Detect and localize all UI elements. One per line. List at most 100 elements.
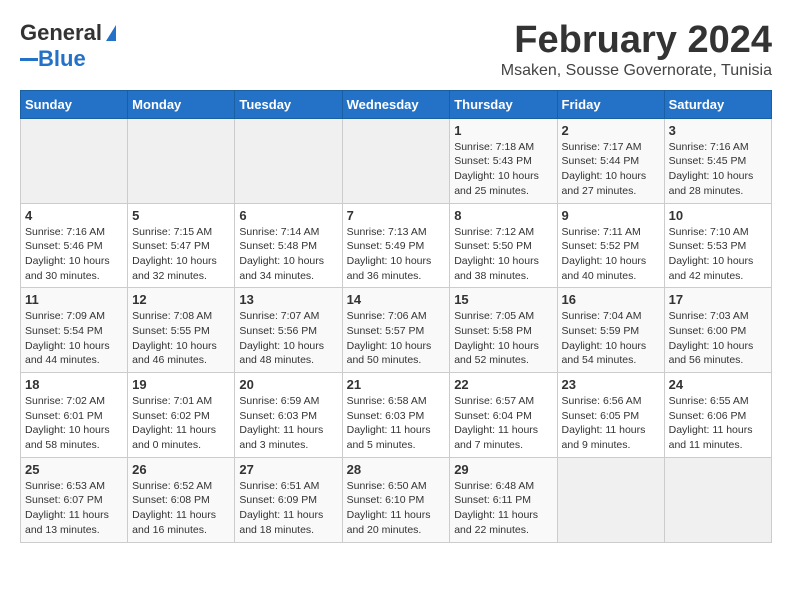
logo-line-icon bbox=[20, 58, 38, 61]
calendar-cell bbox=[664, 457, 771, 542]
header-day-sunday: Sunday bbox=[21, 90, 128, 118]
day-number: 29 bbox=[454, 462, 552, 477]
day-info: Sunrise: 6:57 AM Sunset: 6:04 PM Dayligh… bbox=[454, 394, 552, 453]
calendar-cell: 28 Sunrise: 6:50 AM Sunset: 6:10 PM Dayli… bbox=[342, 457, 450, 542]
page-title: February 2024 bbox=[501, 20, 772, 62]
calendar-cell bbox=[235, 118, 342, 203]
day-number: 23 bbox=[562, 377, 660, 392]
day-number: 11 bbox=[25, 292, 123, 307]
calendar-cell: 25 Sunrise: 6:53 AM Sunset: 6:07 PM Dayli… bbox=[21, 457, 128, 542]
calendar-cell: 13 Sunrise: 7:07 AM Sunset: 5:56 PM Dayli… bbox=[235, 288, 342, 373]
calendar-cell: 21 Sunrise: 6:58 AM Sunset: 6:03 PM Dayli… bbox=[342, 373, 450, 458]
header-day-wednesday: Wednesday bbox=[342, 90, 450, 118]
day-info: Sunrise: 6:55 AM Sunset: 6:06 PM Dayligh… bbox=[669, 394, 767, 453]
calendar-cell: 2Sunrise: 7:17 AM Sunset: 5:44 PM Daylig… bbox=[557, 118, 664, 203]
day-number: 22 bbox=[454, 377, 552, 392]
calendar-cell: 3 Sunrise: 7:16 AM Sunset: 5:45 PM Daylig… bbox=[664, 118, 771, 203]
day-number: 12 bbox=[132, 292, 230, 307]
logo: General Blue bbox=[20, 20, 116, 72]
day-number: 25 bbox=[25, 462, 123, 477]
day-number: 28 bbox=[347, 462, 446, 477]
calendar-week-3: 11 Sunrise: 7:09 AM Sunset: 5:54 PM Dayli… bbox=[21, 288, 772, 373]
calendar-week-1: 1Sunrise: 7:18 AM Sunset: 5:43 PM Daylig… bbox=[21, 118, 772, 203]
header-day-monday: Monday bbox=[128, 90, 235, 118]
day-info: Sunrise: 7:16 AM Sunset: 5:46 PM Dayligh… bbox=[25, 225, 123, 284]
day-number: 7 bbox=[347, 208, 446, 223]
calendar-cell: 9 Sunrise: 7:11 AM Sunset: 5:52 PM Daylig… bbox=[557, 203, 664, 288]
day-number: 27 bbox=[239, 462, 337, 477]
day-info: Sunrise: 6:58 AM Sunset: 6:03 PM Dayligh… bbox=[347, 394, 446, 453]
calendar-cell: 10 Sunrise: 7:10 AM Sunset: 5:53 PM Dayli… bbox=[664, 203, 771, 288]
day-info: Sunrise: 6:51 AM Sunset: 6:09 PM Dayligh… bbox=[239, 479, 337, 538]
calendar-cell: 29 Sunrise: 6:48 AM Sunset: 6:11 PM Dayli… bbox=[450, 457, 557, 542]
calendar-cell: 4 Sunrise: 7:16 AM Sunset: 5:46 PM Daylig… bbox=[21, 203, 128, 288]
day-info: Sunrise: 7:13 AM Sunset: 5:49 PM Dayligh… bbox=[347, 225, 446, 284]
header-day-tuesday: Tuesday bbox=[235, 90, 342, 118]
calendar-cell bbox=[21, 118, 128, 203]
calendar-cell bbox=[557, 457, 664, 542]
calendar-cell: 7 Sunrise: 7:13 AM Sunset: 5:49 PM Daylig… bbox=[342, 203, 450, 288]
day-number: 24 bbox=[669, 377, 767, 392]
calendar-table: SundayMondayTuesdayWednesdayThursdayFrid… bbox=[20, 90, 772, 543]
logo-blue: Blue bbox=[38, 46, 86, 72]
calendar-week-5: 25 Sunrise: 6:53 AM Sunset: 6:07 PM Dayli… bbox=[21, 457, 772, 542]
day-info: Sunrise: 7:05 AM Sunset: 5:58 PM Dayligh… bbox=[454, 309, 552, 368]
day-info: Sunrise: 7:15 AM Sunset: 5:47 PM Dayligh… bbox=[132, 225, 230, 284]
day-number: 6 bbox=[239, 208, 337, 223]
calendar-cell: 24 Sunrise: 6:55 AM Sunset: 6:06 PM Dayli… bbox=[664, 373, 771, 458]
page-subtitle: Msaken, Sousse Governorate, Tunisia bbox=[501, 62, 772, 80]
header-day-saturday: Saturday bbox=[664, 90, 771, 118]
calendar-cell: 20Sunrise: 6:59 AM Sunset: 6:03 PM Dayli… bbox=[235, 373, 342, 458]
day-info: Sunrise: 6:48 AM Sunset: 6:11 PM Dayligh… bbox=[454, 479, 552, 538]
day-number: 26 bbox=[132, 462, 230, 477]
day-info: Sunrise: 7:03 AM Sunset: 6:00 PM Dayligh… bbox=[669, 309, 767, 368]
day-number: 16 bbox=[562, 292, 660, 307]
day-info: Sunrise: 7:08 AM Sunset: 5:55 PM Dayligh… bbox=[132, 309, 230, 368]
header-day-friday: Friday bbox=[557, 90, 664, 118]
calendar-week-4: 18 Sunrise: 7:02 AM Sunset: 6:01 PM Dayli… bbox=[21, 373, 772, 458]
calendar-cell: 26Sunrise: 6:52 AM Sunset: 6:08 PM Dayli… bbox=[128, 457, 235, 542]
day-number: 15 bbox=[454, 292, 552, 307]
day-number: 1 bbox=[454, 123, 552, 138]
day-number: 14 bbox=[347, 292, 446, 307]
day-info: Sunrise: 7:07 AM Sunset: 5:56 PM Dayligh… bbox=[239, 309, 337, 368]
calendar-cell: 8 Sunrise: 7:12 AM Sunset: 5:50 PM Daylig… bbox=[450, 203, 557, 288]
header-day-thursday: Thursday bbox=[450, 90, 557, 118]
day-number: 9 bbox=[562, 208, 660, 223]
day-info: Sunrise: 7:02 AM Sunset: 6:01 PM Dayligh… bbox=[25, 394, 123, 453]
day-info: Sunrise: 7:11 AM Sunset: 5:52 PM Dayligh… bbox=[562, 225, 660, 284]
day-info: Sunrise: 6:56 AM Sunset: 6:05 PM Dayligh… bbox=[562, 394, 660, 453]
day-number: 4 bbox=[25, 208, 123, 223]
calendar-cell: 22 Sunrise: 6:57 AM Sunset: 6:04 PM Dayli… bbox=[450, 373, 557, 458]
day-number: 19 bbox=[132, 377, 230, 392]
day-number: 10 bbox=[669, 208, 767, 223]
day-info: Sunrise: 7:09 AM Sunset: 5:54 PM Dayligh… bbox=[25, 309, 123, 368]
calendar-cell: 14 Sunrise: 7:06 AM Sunset: 5:57 PM Dayli… bbox=[342, 288, 450, 373]
day-number: 2 bbox=[562, 123, 660, 138]
day-info: Sunrise: 7:16 AM Sunset: 5:45 PM Dayligh… bbox=[669, 140, 767, 199]
calendar-cell: 5Sunrise: 7:15 AM Sunset: 5:47 PM Daylig… bbox=[128, 203, 235, 288]
logo-general: General bbox=[20, 20, 102, 46]
day-number: 21 bbox=[347, 377, 446, 392]
day-info: Sunrise: 7:12 AM Sunset: 5:50 PM Dayligh… bbox=[454, 225, 552, 284]
logo-bottom: Blue bbox=[20, 46, 86, 72]
calendar-week-2: 4 Sunrise: 7:16 AM Sunset: 5:46 PM Daylig… bbox=[21, 203, 772, 288]
day-number: 3 bbox=[669, 123, 767, 138]
day-info: Sunrise: 6:53 AM Sunset: 6:07 PM Dayligh… bbox=[25, 479, 123, 538]
day-number: 20 bbox=[239, 377, 337, 392]
calendar-cell: 16Sunrise: 7:04 AM Sunset: 5:59 PM Dayli… bbox=[557, 288, 664, 373]
calendar-cell: 6Sunrise: 7:14 AM Sunset: 5:48 PM Daylig… bbox=[235, 203, 342, 288]
calendar-cell: 27 Sunrise: 6:51 AM Sunset: 6:09 PM Dayli… bbox=[235, 457, 342, 542]
day-info: Sunrise: 7:10 AM Sunset: 5:53 PM Dayligh… bbox=[669, 225, 767, 284]
day-info: Sunrise: 7:06 AM Sunset: 5:57 PM Dayligh… bbox=[347, 309, 446, 368]
day-number: 13 bbox=[239, 292, 337, 307]
title-area: February 2024 Msaken, Sousse Governorate… bbox=[501, 20, 772, 80]
day-info: Sunrise: 6:50 AM Sunset: 6:10 PM Dayligh… bbox=[347, 479, 446, 538]
day-number: 8 bbox=[454, 208, 552, 223]
day-number: 18 bbox=[25, 377, 123, 392]
calendar-cell: 1Sunrise: 7:18 AM Sunset: 5:43 PM Daylig… bbox=[450, 118, 557, 203]
calendar-cell: 15 Sunrise: 7:05 AM Sunset: 5:58 PM Dayli… bbox=[450, 288, 557, 373]
calendar-cell: 17Sunrise: 7:03 AM Sunset: 6:00 PM Dayli… bbox=[664, 288, 771, 373]
calendar-cell bbox=[342, 118, 450, 203]
calendar-cell: 18 Sunrise: 7:02 AM Sunset: 6:01 PM Dayli… bbox=[21, 373, 128, 458]
